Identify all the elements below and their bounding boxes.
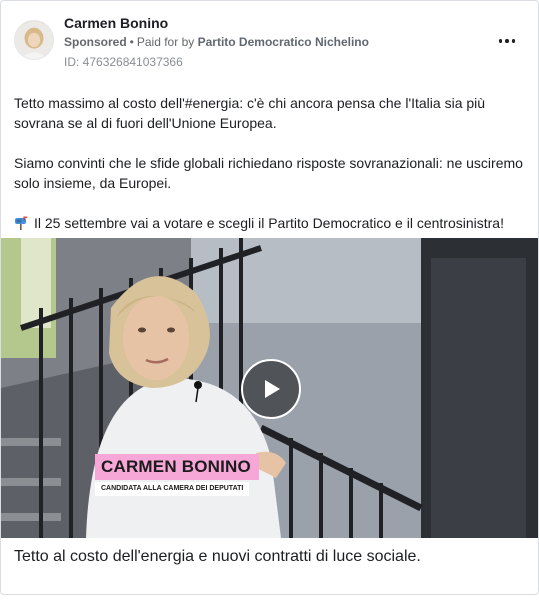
paragraph-1: Tetto massimo al costo dell'#energia: c'… — [14, 95, 486, 131]
payer-link[interactable]: Partito Democratico Nichelino — [198, 35, 369, 49]
paragraph-2: Siamo convinti che le sfide globali rich… — [14, 155, 523, 191]
author-name[interactable]: Carmen Bonino — [64, 15, 168, 31]
ad-id: ID: 476326841037366 — [64, 55, 183, 69]
mailbox-icon — [15, 216, 28, 230]
video-player[interactable]: CARMEN BONINO CANDIDATA ALLA CAMERA DEI … — [1, 238, 538, 538]
more-options-icon[interactable] — [495, 31, 519, 51]
sponsored-label: Sponsored — [64, 35, 127, 49]
ad-card: Carmen Bonino Sponsored • Paid for by Part… — [0, 0, 539, 595]
play-icon — [265, 380, 280, 398]
avatar[interactable] — [14, 20, 54, 60]
paid-prefix: Paid for by — [136, 35, 195, 49]
video-caption[interactable]: Tetto al costo dell'energia e nuovi cont… — [14, 548, 421, 566]
paragraph-3-text: Il 25 settembre vai a votare e scegli il… — [34, 215, 504, 231]
post-text: Tetto massimo al costo dell'#energia: c'… — [14, 93, 529, 233]
video-role-tag: CANDIDATA ALLA CAMERA DEI DEPUTATI — [95, 482, 250, 496]
sponsored-line: Sponsored • Paid for by Partito Democratic… — [64, 35, 369, 49]
separator-dot: • — [129, 35, 134, 49]
video-name-tag: CARMEN BONINO — [95, 454, 259, 480]
play-button[interactable] — [241, 359, 301, 419]
paragraph-3: Il 25 settembre vai a votare e scegli il… — [14, 213, 529, 233]
